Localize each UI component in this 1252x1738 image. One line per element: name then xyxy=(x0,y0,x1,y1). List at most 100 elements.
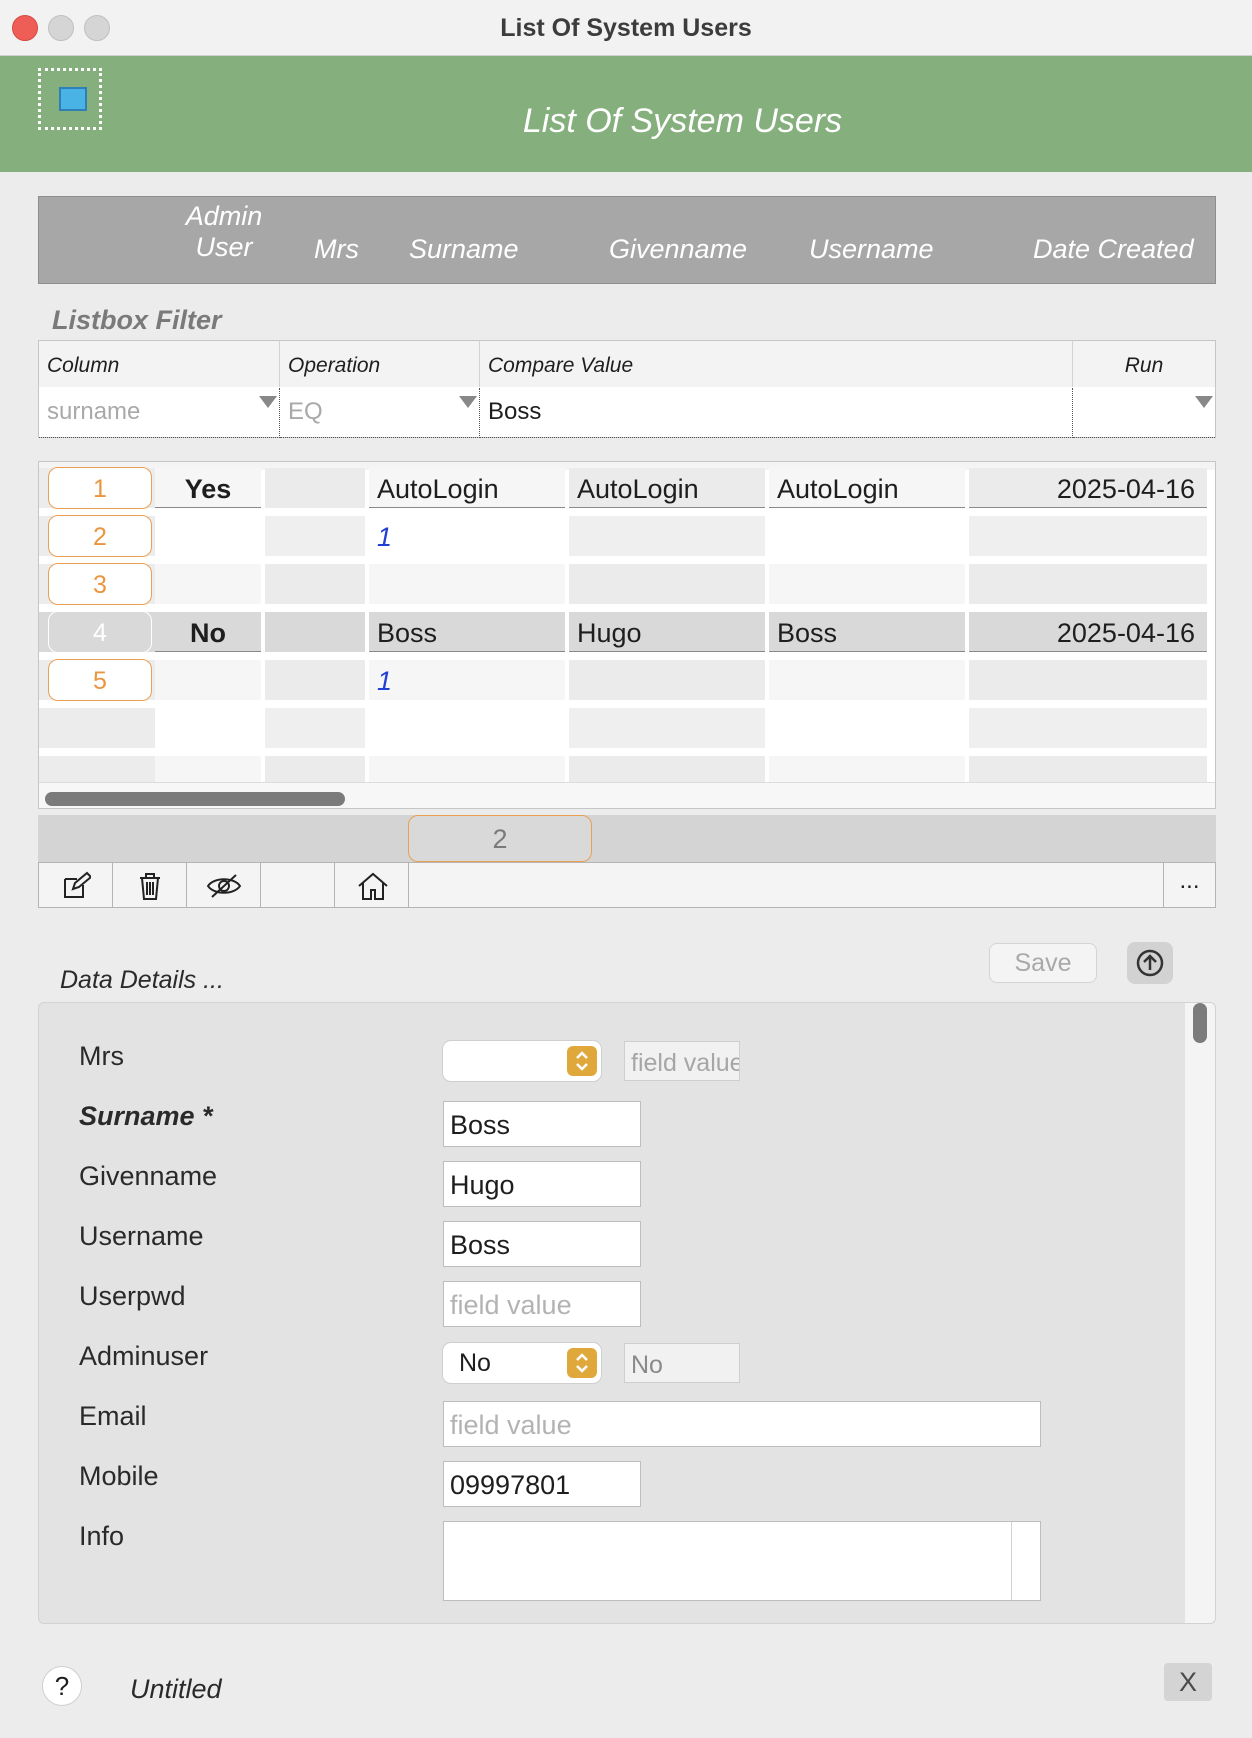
cell-date-created xyxy=(969,564,1207,604)
chevron-down-icon xyxy=(459,396,477,408)
window-title: List Of System Users xyxy=(500,14,752,42)
filter-column-select[interactable]: surname xyxy=(39,388,280,438)
window-titlebar: List Of System Users xyxy=(0,0,1252,56)
footer-status-text: Untitled xyxy=(130,1674,222,1704)
toolbar-blank-button[interactable] xyxy=(261,863,335,907)
table-row[interactable]: Yes AutoLogin AutoLogin AutoLogin 2025-04-16… xyxy=(39,466,1215,510)
filter-compare-input[interactable]: Boss xyxy=(480,388,1073,438)
cell-admin-user: No xyxy=(155,612,261,652)
cell-surname: 1 xyxy=(369,660,565,700)
column-header-username[interactable]: Username xyxy=(809,234,934,265)
home-button[interactable] xyxy=(335,863,409,907)
givenname-label: Givenname xyxy=(79,1161,218,1191)
delete-button[interactable] xyxy=(113,863,187,907)
users-listbox[interactable]: Yes AutoLogin AutoLogin AutoLogin 2025-04-16… xyxy=(38,461,1216,809)
upload-icon xyxy=(1136,949,1164,977)
info-label: Info xyxy=(79,1521,125,1551)
mobile-label: Mobile xyxy=(79,1461,159,1491)
row-number-button[interactable]: 2 xyxy=(48,515,152,557)
app-header: List Of System Users xyxy=(0,56,1252,172)
trash-icon xyxy=(140,873,160,900)
row-number-button[interactable]: 4 xyxy=(48,611,152,653)
chevron-updown-icon xyxy=(567,1046,597,1076)
adminuser-select[interactable]: No xyxy=(443,1343,601,1383)
row-number-button[interactable]: 1 xyxy=(48,467,152,509)
cell-givenname: Hugo xyxy=(569,612,765,652)
cell-username: Boss xyxy=(769,612,965,652)
cell-givenname xyxy=(569,564,765,604)
cell-givenname xyxy=(569,516,765,556)
givenname-field[interactable]: Hugo xyxy=(443,1161,641,1207)
cell-givenname xyxy=(569,660,765,700)
cell-surname xyxy=(369,564,565,604)
table-row-empty[interactable] xyxy=(39,706,1215,750)
userpwd-label: Userpwd xyxy=(79,1281,186,1311)
row-number-button[interactable]: 3 xyxy=(48,563,152,605)
pager-bar: 2 xyxy=(38,815,1216,862)
table-row[interactable]: 12 xyxy=(39,514,1215,558)
info-textarea[interactable] xyxy=(443,1521,1041,1601)
cell-admin-user: Yes xyxy=(155,468,261,508)
table-row[interactable]: 3 xyxy=(39,562,1215,606)
list-column-header: Admin User Mrs Surname Givenname Username… xyxy=(38,196,1216,284)
column-header-givenname[interactable]: Givenname xyxy=(609,234,747,265)
horizontal-scrollbar[interactable] xyxy=(39,782,1215,808)
cell-username xyxy=(769,516,965,556)
close-button[interactable]: X xyxy=(1164,1663,1212,1701)
horizontal-scrollbar-thumb[interactable] xyxy=(45,792,345,806)
chevron-down-icon xyxy=(1195,396,1213,408)
cell-admin-user xyxy=(155,708,261,748)
cell-admin-user xyxy=(155,564,261,604)
filter-header-operation: Operation xyxy=(280,341,480,387)
filter-header-compare: Compare Value xyxy=(480,341,1073,387)
surname-field[interactable]: Boss xyxy=(443,1101,641,1147)
cell-date-created xyxy=(969,708,1207,748)
details-vertical-scrollbar[interactable] xyxy=(1185,1003,1215,1623)
column-header-mrs[interactable]: Mrs xyxy=(314,234,359,265)
filter-header-run: Run xyxy=(1073,341,1215,387)
cell-username xyxy=(769,564,965,604)
cell-mrs xyxy=(265,468,365,508)
page-number-button[interactable]: 2 xyxy=(408,815,592,862)
filter-operation-select[interactable]: EQ xyxy=(280,388,480,438)
cell-username xyxy=(769,708,965,748)
cell-surname xyxy=(369,708,565,748)
upload-button[interactable] xyxy=(1127,942,1173,984)
details-vertical-scrollbar-thumb[interactable] xyxy=(1193,1003,1207,1043)
cell-username: AutoLogin xyxy=(769,468,965,508)
cell-givenname xyxy=(569,708,765,748)
hide-button[interactable] xyxy=(187,863,261,907)
list-toolbar: ... xyxy=(38,862,1216,908)
hide-icon xyxy=(206,874,242,898)
cell-date-created: 2025-04-16 xyxy=(969,468,1207,508)
mobile-field[interactable]: 09997801 xyxy=(443,1461,641,1507)
filter-run-select[interactable] xyxy=(1073,388,1215,438)
more-button[interactable]: ... xyxy=(1163,863,1215,907)
column-header-date-created[interactable]: Date Created xyxy=(1033,234,1194,265)
cell-username xyxy=(769,660,965,700)
mrs-label: Mrs xyxy=(79,1041,124,1071)
filter-header-column: Column xyxy=(39,341,280,387)
mrs-select[interactable] xyxy=(443,1041,601,1081)
email-field[interactable]: field value xyxy=(443,1401,1041,1447)
chevron-updown-icon xyxy=(567,1348,597,1378)
cell-surname: Boss xyxy=(369,612,565,652)
table-row[interactable]: No Boss Hugo Boss 2025-04-16 4 xyxy=(39,610,1215,654)
username-field[interactable]: Boss xyxy=(443,1221,641,1267)
column-header-surname[interactable]: Surname xyxy=(409,234,519,265)
userpwd-field[interactable]: field value xyxy=(443,1281,641,1327)
username-label: Username xyxy=(79,1221,204,1251)
details-title: Data Details ... xyxy=(60,966,224,994)
edit-button[interactable] xyxy=(39,863,113,907)
save-button[interactable]: Save xyxy=(989,943,1097,983)
cell-admin-user xyxy=(155,516,261,556)
help-button[interactable]: ? xyxy=(42,1666,82,1706)
home-icon xyxy=(358,872,388,900)
filter-title: Listbox Filter xyxy=(52,305,222,335)
cell-admin-user xyxy=(155,660,261,700)
cell-mrs xyxy=(265,612,365,652)
column-header-admin-user[interactable]: Admin User xyxy=(179,201,269,263)
table-row[interactable]: 15 xyxy=(39,658,1215,702)
row-number-button[interactable]: 5 xyxy=(48,659,152,701)
listbox-filter: Column Operation Compare Value Run surna… xyxy=(38,340,1216,438)
